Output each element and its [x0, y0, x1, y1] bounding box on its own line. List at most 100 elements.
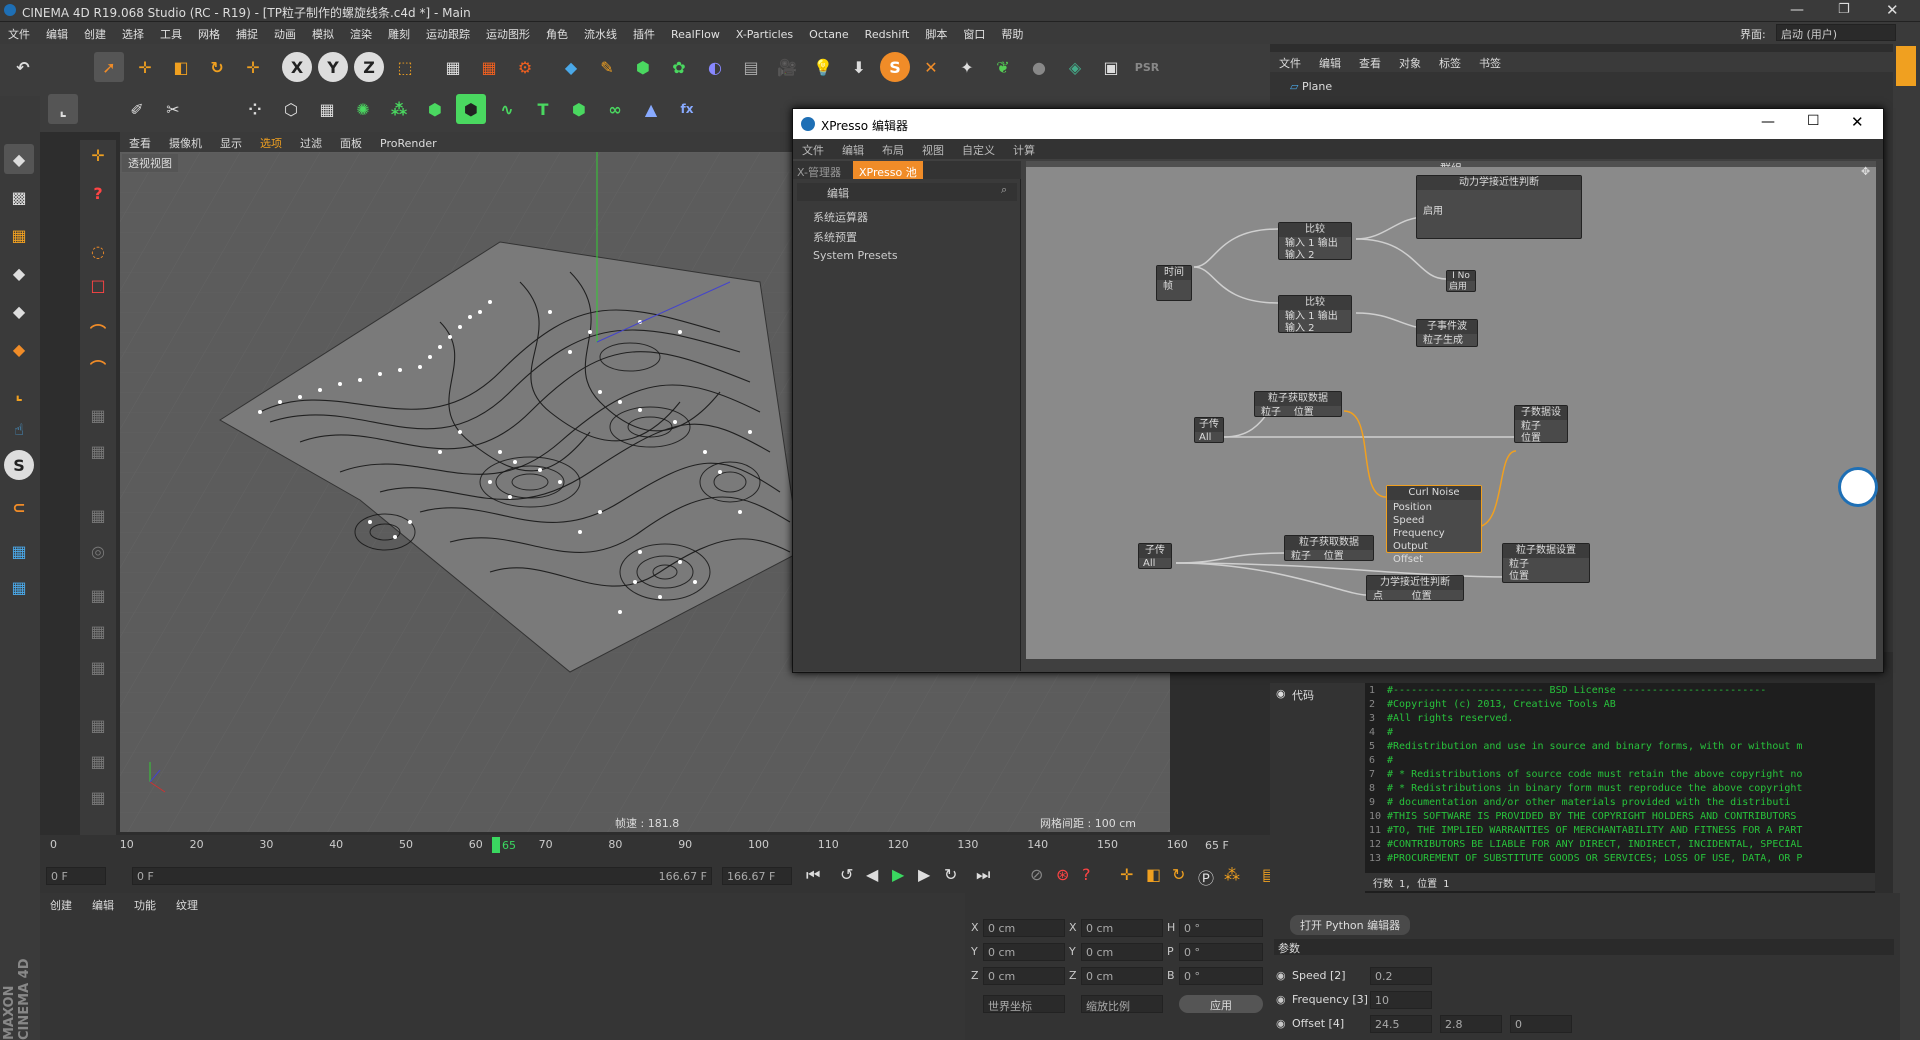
- tool-8-icon[interactable]: ▦: [83, 710, 113, 740]
- xpresso-menu-item-4[interactable]: 自定义: [953, 139, 1004, 158]
- offset-z-field[interactable]: 0: [1510, 1015, 1572, 1033]
- cube-icon[interactable]: ◆: [556, 52, 586, 82]
- floor-icon[interactable]: ▤: [736, 52, 766, 82]
- camera-icon[interactable]: 🎥: [772, 52, 802, 82]
- material-menu-item-0[interactable]: 创建: [40, 897, 82, 913]
- node-particle-set-data-2[interactable]: 粒子数据设置 粒子 位置: [1502, 543, 1590, 583]
- xpresso-close-icon[interactable]: ✕: [1851, 113, 1864, 131]
- pool-item-operators[interactable]: 系统运算器: [813, 209, 868, 225]
- object-menu-item-2[interactable]: 查看: [1350, 52, 1390, 74]
- end-field[interactable]: 166.67 F: [722, 867, 792, 885]
- rot-b-field[interactable]: 0 °: [1179, 967, 1263, 985]
- code-line[interactable]: 8 # * Redistributions in binary form must…: [1369, 783, 1869, 797]
- code-line[interactable]: 4 #: [1369, 727, 1869, 741]
- xpresso-menu-item-2[interactable]: 布局: [873, 139, 913, 158]
- menu-item-7[interactable]: 动画: [266, 22, 304, 42]
- magnet-icon[interactable]: ⊂: [4, 492, 34, 522]
- search-icon[interactable]: ⌕: [1001, 183, 1007, 197]
- select-tool-icon[interactable]: ➚: [94, 52, 124, 82]
- y-axis-icon[interactable]: Y: [318, 52, 348, 82]
- close-icon[interactable]: ✕: [1886, 1, 1899, 19]
- interface-select[interactable]: 启动 (用户): [1776, 24, 1896, 41]
- octane-icon[interactable]: ◈: [1060, 52, 1090, 82]
- pos-y-field[interactable]: 0 cm: [983, 943, 1065, 961]
- fracture-icon[interactable]: ⬢: [420, 94, 450, 124]
- help-icon[interactable]: ?: [83, 178, 113, 208]
- code-lines[interactable]: 1 #------------------------- BSD License …: [1369, 685, 1869, 867]
- menu-item-3[interactable]: 选择: [114, 22, 152, 42]
- texture-mode-icon[interactable]: ▩: [4, 182, 34, 212]
- voronoi-icon[interactable]: ⬢: [456, 94, 486, 124]
- scale-select[interactable]: 缩放比例: [1081, 995, 1163, 1013]
- size-z-field[interactable]: 0 cm: [1081, 967, 1163, 985]
- x-axis-icon[interactable]: X: [282, 52, 312, 82]
- material-menu-item-1[interactable]: 编辑: [82, 897, 124, 913]
- bend-icon[interactable]: ⌒: [83, 316, 113, 346]
- timeline-playhead[interactable]: [492, 837, 500, 853]
- node-particle-pass-1[interactable]: 子传 All: [1194, 417, 1224, 443]
- xpresso-menu-item-1[interactable]: 编辑: [833, 139, 873, 158]
- pen-icon[interactable]: ✎: [592, 52, 622, 82]
- apply-button[interactable]: 应用: [1179, 995, 1263, 1013]
- prev-frame-icon[interactable]: ◀: [866, 865, 878, 884]
- menu-item-16[interactable]: RealFlow: [663, 24, 728, 41]
- object-menu-item-1[interactable]: 编辑: [1310, 52, 1350, 74]
- grid-icon[interactable]: ▦: [4, 572, 34, 602]
- object-mode-icon[interactable]: ◆: [4, 144, 34, 174]
- menu-item-5[interactable]: 网格: [190, 22, 228, 42]
- workplane-icon[interactable]: ▦: [4, 220, 34, 250]
- code-line[interactable]: 13 #PROCUREMENT OF SUBSTITUTE GOODS OR SE…: [1369, 853, 1869, 867]
- menu-item-19[interactable]: Redshift: [857, 24, 918, 41]
- text-icon[interactable]: T: [528, 94, 558, 124]
- move-icon[interactable]: ✛: [83, 140, 113, 170]
- tool-5-icon[interactable]: ▦: [83, 580, 113, 610]
- viewport-menu-item-4[interactable]: 过滤: [291, 132, 331, 151]
- download-icon[interactable]: ⬇: [844, 52, 874, 82]
- point-mode-icon[interactable]: ◆: [4, 258, 34, 288]
- sphere-icon[interactable]: ●: [1024, 52, 1054, 82]
- speed-field[interactable]: 0.2: [1370, 967, 1432, 985]
- side-tab-active[interactable]: [1896, 46, 1916, 86]
- menu-item-2[interactable]: 创建: [76, 22, 114, 42]
- menu-item-15[interactable]: 插件: [625, 22, 663, 42]
- tool-2-icon[interactable]: ▦: [83, 436, 113, 466]
- render-settings-icon[interactable]: ⚙: [510, 52, 540, 82]
- scale-tool-icon[interactable]: ◧: [166, 52, 196, 82]
- next-key-icon[interactable]: ↻: [944, 865, 957, 884]
- axis-mode-icon[interactable]: ⌞: [4, 378, 34, 408]
- timeline-ruler[interactable]: 0 10 20 30 40 50 60 70 80 90 100 110 120 130 140 150 160: [50, 835, 1210, 855]
- tool-4-icon[interactable]: ◎: [83, 536, 113, 566]
- world-coord-select[interactable]: 世界坐标: [983, 995, 1065, 1013]
- menu-item-13[interactable]: 角色: [538, 22, 576, 42]
- rot-h-field[interactable]: 0 °: [1179, 919, 1263, 937]
- code-editor[interactable]: 1 #------------------------- BSD License …: [1365, 683, 1875, 893]
- tab-xpresso-pool[interactable]: XPresso 池: [853, 161, 923, 179]
- rot-p-field[interactable]: 0 °: [1179, 943, 1263, 961]
- viewport-menu-item-2[interactable]: 显示: [211, 132, 251, 151]
- auto-key-icon[interactable]: ?: [1082, 865, 1091, 884]
- z-axis-icon[interactable]: Z: [354, 52, 384, 82]
- key-rot-icon[interactable]: ↻: [1172, 865, 1185, 884]
- tool-10-icon[interactable]: ▦: [83, 782, 113, 812]
- viewport-menu-item-3[interactable]: 选项: [251, 132, 291, 151]
- xpresso-minimize-icon[interactable]: —: [1761, 114, 1775, 130]
- radio-code-icon[interactable]: ◉: [1276, 687, 1286, 700]
- light-icon[interactable]: 💡: [808, 52, 838, 82]
- next-frame-icon[interactable]: ▶: [918, 865, 930, 884]
- object-menu-item-3[interactable]: 对象: [1390, 52, 1430, 74]
- viewport-menu-item-0[interactable]: 查看: [120, 132, 160, 151]
- object-menu-item-5[interactable]: 书签: [1470, 52, 1510, 74]
- tool-9-icon[interactable]: ▦: [83, 746, 113, 776]
- tool-6-icon[interactable]: ▦: [83, 616, 113, 646]
- polygons-icon[interactable]: ▦: [312, 94, 342, 124]
- bridge-icon[interactable]: ⌒: [83, 352, 113, 382]
- code-line[interactable]: 2 #Copyright (c) 2013, Creative Tools AB: [1369, 699, 1869, 713]
- radio-freq-icon[interactable]: ◉: [1276, 993, 1286, 1006]
- extrude-icon[interactable]: ⬢: [564, 94, 594, 124]
- points-icon[interactable]: ⁘: [240, 94, 270, 124]
- node-curl-noise[interactable]: Curl Noise Position Speed Frequency Outp…: [1386, 485, 1482, 565]
- menu-item-21[interactable]: 窗口: [955, 22, 993, 42]
- menu-item-0[interactable]: 文件: [0, 22, 38, 42]
- xpresso-maximize-icon[interactable]: ☐: [1807, 113, 1820, 129]
- code-line[interactable]: 12 #CONTRIBUTORS BE LIABLE FOR ANY DIRECT…: [1369, 839, 1869, 853]
